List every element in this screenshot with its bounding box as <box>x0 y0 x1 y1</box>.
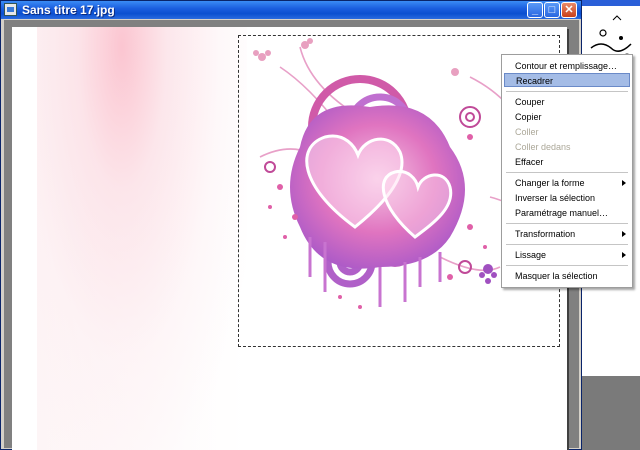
menu-item-label: Changer la forme <box>515 178 585 188</box>
menu-separator <box>506 172 628 173</box>
context-menu[interactable]: Contour et remplissage… Recadrer Couper … <box>501 54 633 288</box>
menu-item-label: Coller <box>515 127 539 137</box>
menu-item-label: Transformation <box>515 229 576 239</box>
minimize-button[interactable]: _ <box>527 2 543 18</box>
menu-item-lissage[interactable]: Lissage <box>504 248 630 262</box>
menu-item-label: Masquer la sélection <box>515 271 598 281</box>
menu-item-couper[interactable]: Couper <box>504 95 630 109</box>
menu-item-recadrer[interactable]: Recadrer <box>504 73 630 87</box>
menu-separator <box>506 91 628 92</box>
image-workspace[interactable] <box>4 20 579 450</box>
menu-item-copier[interactable]: Copier <box>504 110 630 124</box>
background-window-titlebar[interactable] <box>579 0 640 6</box>
menu-separator <box>506 265 628 266</box>
close-button[interactable]: ✕ <box>561 2 577 18</box>
menu-item-label: Copier <box>515 112 542 122</box>
close-icon: ✕ <box>564 4 574 16</box>
menu-item-label: Coller dedans <box>515 142 571 152</box>
maximize-button[interactable]: □ <box>544 2 560 18</box>
image-file-icon <box>4 3 17 16</box>
submenu-arrow-icon <box>622 231 626 237</box>
menu-item-effacer[interactable]: Effacer <box>504 155 630 169</box>
title-bar[interactable]: Sans titre 17.jpg _ □ ✕ <box>1 1 581 19</box>
menu-item-label: Lissage <box>515 250 547 260</box>
menu-item-label: Contour et remplissage… <box>515 61 618 71</box>
menu-item-transformation[interactable]: Transformation <box>504 227 630 241</box>
background-area <box>578 376 640 450</box>
image-window[interactable]: Sans titre 17.jpg _ □ ✕ <box>0 0 582 450</box>
menu-item-label: Effacer <box>515 157 544 167</box>
menu-separator <box>506 244 628 245</box>
menu-item-contour[interactable]: Contour et remplissage… <box>504 59 630 73</box>
window-title: Sans titre 17.jpg <box>22 3 115 17</box>
menu-separator <box>506 223 628 224</box>
minimize-icon: _ <box>531 4 539 16</box>
menu-item-label: Inverser la sélection <box>515 193 596 203</box>
menu-item-coller: Coller <box>504 125 630 139</box>
menu-item-label: Paramétrage manuel… <box>515 208 609 218</box>
menu-item-label: Recadrer <box>516 76 554 86</box>
submenu-arrow-icon <box>622 252 626 258</box>
menu-item-label: Couper <box>515 97 545 107</box>
menu-item-parametrage-manuel[interactable]: Paramétrage manuel… <box>504 206 630 220</box>
submenu-arrow-icon <box>622 180 626 186</box>
image-canvas[interactable] <box>12 27 567 450</box>
menu-item-coller-dedans: Coller dedans <box>504 140 630 154</box>
pink-glow-background <box>37 27 247 450</box>
maximize-icon: □ <box>548 4 556 16</box>
menu-item-masquer-selection[interactable]: Masquer la sélection <box>504 269 630 283</box>
menu-item-changer-forme[interactable]: Changer la forme <box>504 176 630 190</box>
menu-item-inverser-selection[interactable]: Inverser la sélection <box>504 191 630 205</box>
